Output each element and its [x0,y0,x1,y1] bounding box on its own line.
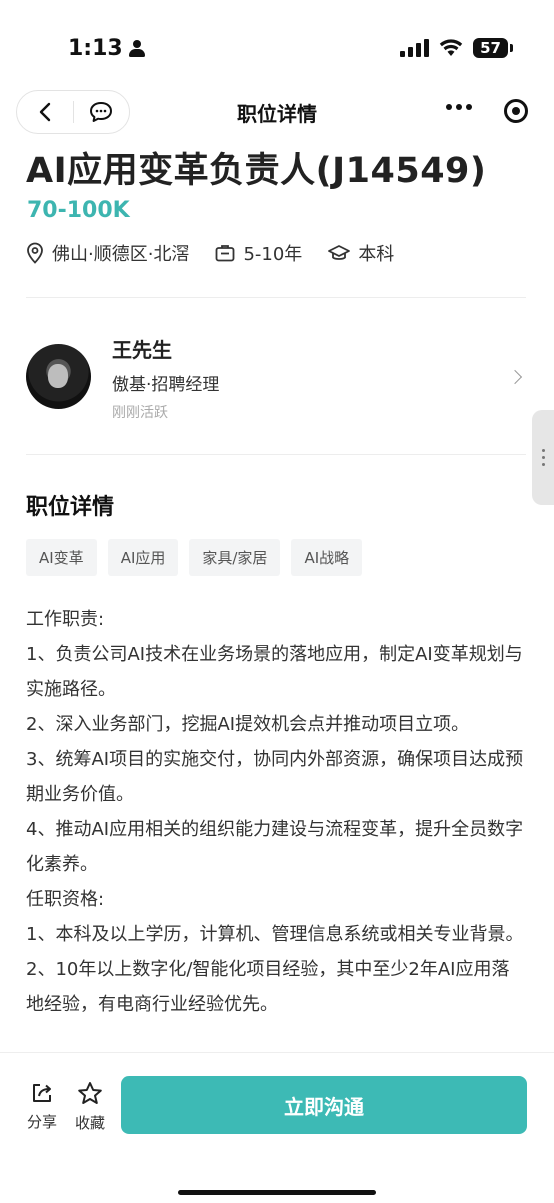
share-label: 分享 [26,1113,57,1131]
salary: 70-100K [27,198,130,223]
time-text: 1:13 [68,36,123,61]
description-line: 2、深入业务部门，挖掘AI提效机会点并推动项目立项。 [26,714,470,735]
description-line: 2、10年以上数字化/智能化项目经验，其中至少2年AI应用落地经验，有电商行业经… [26,959,510,1015]
briefcase-icon [216,245,235,262]
close-miniprogram-icon[interactable] [504,99,528,123]
more-options-icon[interactable] [446,104,472,110]
tag: AI战略 [291,539,363,576]
tag: 家具/家居 [189,539,281,576]
cellular-signal-icon [400,39,430,57]
description-line: 1、负责公司AI技术在业务场景的落地应用，制定AI变革规划与实施路径。 [26,644,523,700]
battery-indicator: 57 [473,38,513,58]
home-indicator [178,1190,376,1195]
description-line: 工作职责: [26,609,105,630]
experience-text: 5-10年 [243,244,303,265]
chevron-right-icon [507,369,523,385]
recruiter-card[interactable]: 王先生 傲基·招聘经理 刚刚活跃 [26,330,526,421]
job-description: 工作职责: 1、负责公司AI技术在业务场景的落地应用，制定AI变革规划与实施路径… [26,602,526,1022]
recruiter-name: 王先生 [112,338,172,362]
job-meta: 佛山·顺德区·北滘 5-10年 本科 [26,240,420,266]
status-bar: 1:13 57 [0,0,554,96]
description-line: 任职资格: [26,889,105,910]
person-icon [128,39,145,58]
location-pin-icon [27,242,43,264]
status-indicators: 57 [400,38,513,58]
wifi-icon [439,39,463,56]
description-line: 4、推动AI应用相关的组织能力建设与流程变革，提升全员数字化素养。 [26,819,524,875]
tag: AI应用 [107,539,179,576]
nav-bar: 职位详情 [0,86,554,136]
avatar [26,344,91,409]
side-drawer-handle[interactable] [532,410,554,505]
tag-list: AI变革 AI应用 家具/家居 AI战略 [26,539,363,576]
section-title-job-details: 职位详情 [26,495,115,520]
recruiter-company-role: 傲基·招聘经理 [112,375,220,395]
status-time: 1:13 [68,36,145,61]
share-icon [33,1084,51,1102]
education-item: 本科 [328,240,394,266]
recruiter-active-status: 刚刚活跃 [112,405,168,421]
job-title: AI应用变革负责人(J14549) [26,151,487,191]
star-icon [78,1082,102,1104]
description-line: 1、本科及以上学历，计算机、管理信息系统或相关专业背景。 [26,924,524,945]
divider [26,297,526,298]
location-text: 佛山·顺德区·北滘 [52,244,190,265]
description-line: 3、统筹AI项目的实施交付，协同内外部资源，确保项目达成预期业务价值。 [26,749,524,805]
bottom-action-bar: 分享 收藏 立即沟通 [0,1052,554,1203]
favorite-label: 收藏 [74,1114,105,1132]
graduation-cap-icon [328,245,351,260]
divider [26,454,526,455]
favorite-button[interactable]: 收藏 [72,1081,108,1133]
nav-title: 职位详情 [237,102,317,126]
chat-now-button[interactable]: 立即沟通 [121,1076,527,1134]
tag: AI变革 [26,539,97,576]
experience-item: 5-10年 [215,240,302,266]
share-button[interactable]: 分享 [24,1081,60,1132]
location-item: 佛山·顺德区·北滘 [26,240,189,266]
education-text: 本科 [358,244,395,265]
